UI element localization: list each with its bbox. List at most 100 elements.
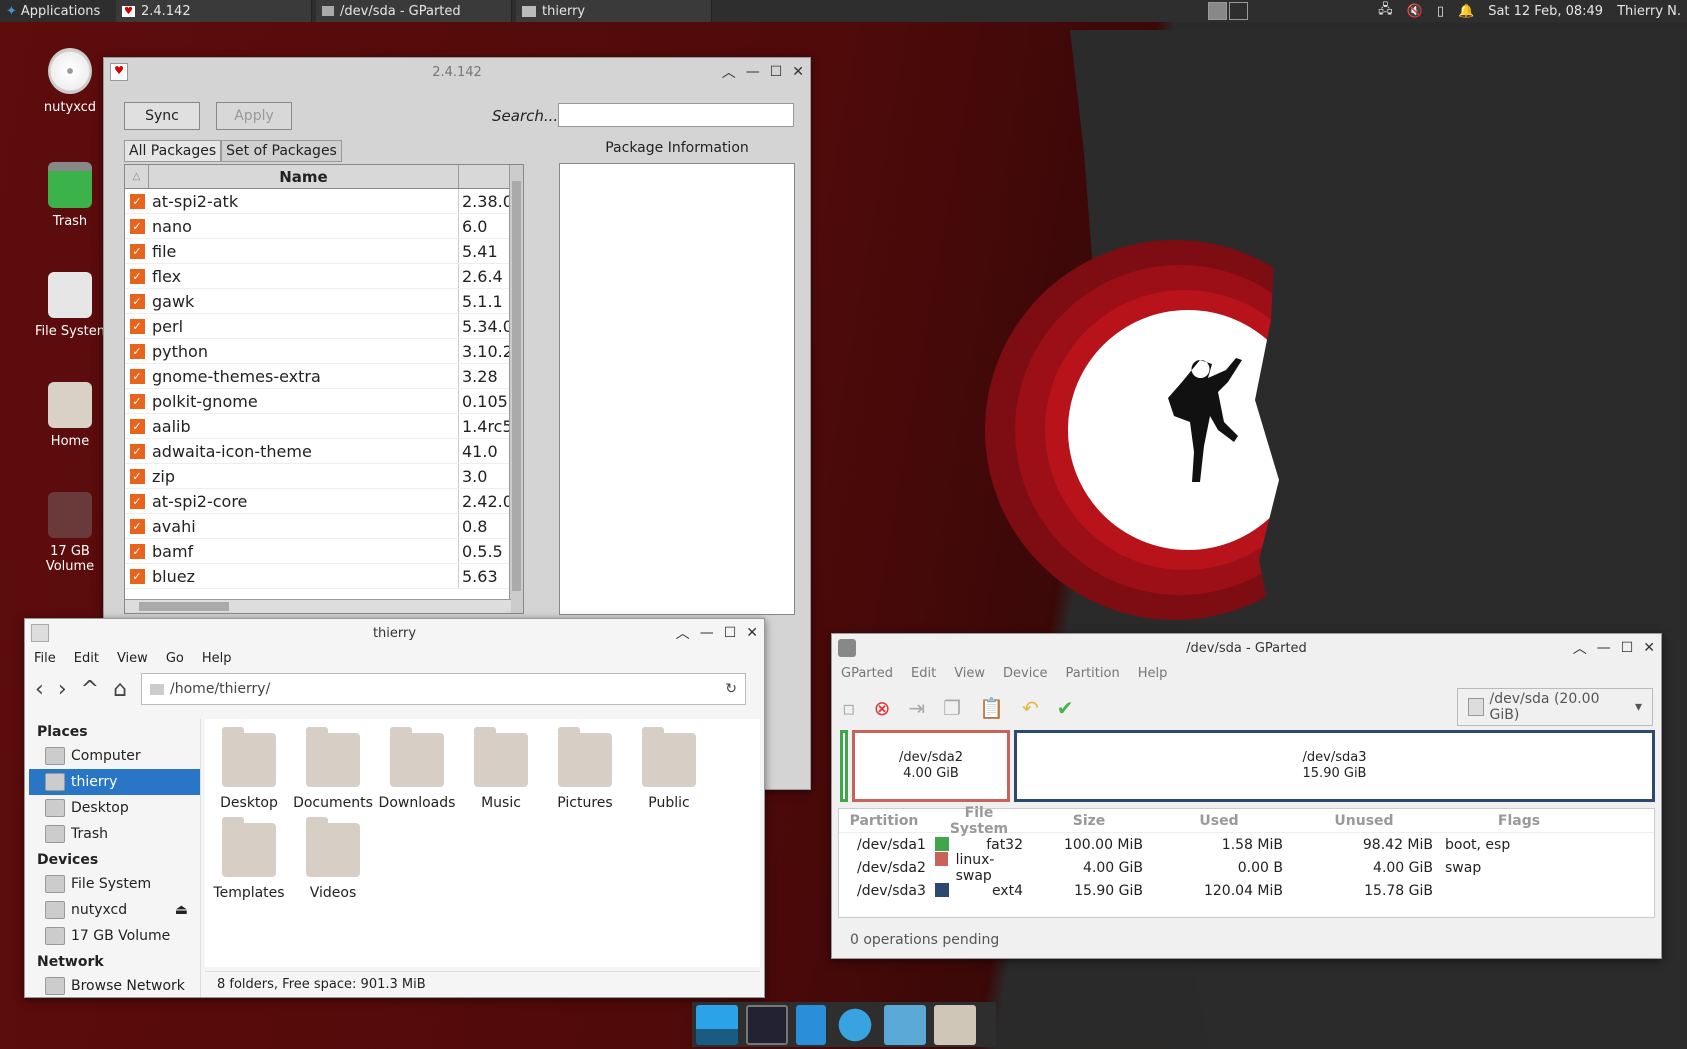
workspace-switcher[interactable]	[1208, 2, 1248, 20]
check-icon[interactable]: ✓	[129, 418, 145, 434]
applications-menu[interactable]: ✦ Applications	[0, 0, 116, 22]
col-name[interactable]: Name	[149, 165, 459, 188]
check-icon[interactable]: ✓	[129, 568, 145, 584]
folder-videos[interactable]: Videos	[289, 817, 377, 901]
apply-icon[interactable]: ✔	[1057, 696, 1074, 720]
checkbox-cell[interactable]: ✓	[125, 189, 149, 213]
menu-view[interactable]: View	[108, 651, 157, 666]
minimize-icon[interactable]: —	[700, 625, 714, 641]
network-icon[interactable]: 🖧	[1378, 0, 1393, 22]
chevron-up-icon[interactable]: ︿	[676, 623, 690, 643]
menu-gparted[interactable]: GParted	[832, 666, 902, 681]
package-row[interactable]: ✓ nano 6.0	[125, 214, 523, 239]
resize-move-icon[interactable]: ⇥	[908, 696, 925, 720]
menu-edit[interactable]: Edit	[65, 651, 108, 666]
package-row[interactable]: ✓ polkit-gnome 0.105	[125, 389, 523, 414]
horizontal-scrollbar[interactable]	[125, 599, 511, 613]
sidebar-item-17-gb-volume[interactable]: 17 GB Volume	[29, 923, 200, 949]
package-row[interactable]: ✓ gawk 5.1.1	[125, 289, 523, 314]
menu-edit[interactable]: Edit	[902, 666, 945, 681]
delete-icon[interactable]: ⊗	[874, 696, 891, 720]
tab-all-packages[interactable]: All Packages	[124, 140, 222, 162]
menu-view[interactable]: View	[945, 666, 994, 681]
checkbox-cell[interactable]: ✓	[125, 364, 149, 388]
check-icon[interactable]: ✓	[129, 293, 145, 309]
folder-music[interactable]: Music	[457, 727, 545, 811]
sidebar-item-trash[interactable]: Trash	[29, 821, 200, 847]
sync-button[interactable]: Sync	[124, 102, 200, 130]
col-unused[interactable]: Unused	[1289, 813, 1439, 829]
web-browser-icon[interactable]	[834, 1004, 876, 1045]
package-row[interactable]: ✓ aalib 1.4rc5	[125, 414, 523, 439]
checkbox-cell[interactable]: ✓	[125, 489, 149, 513]
paste-icon[interactable]: 📋	[979, 696, 1004, 720]
search-input[interactable]	[558, 103, 794, 127]
desktop-icon-filesystem[interactable]: File Systen	[30, 272, 110, 339]
menu-help[interactable]: Help	[1129, 666, 1177, 681]
eject-icon[interactable]: ⏏	[175, 902, 188, 918]
battery-icon[interactable]: ▯	[1437, 4, 1444, 19]
check-icon[interactable]: ✓	[129, 368, 145, 384]
desktop-icon-volume[interactable]: 17 GB Volume	[30, 492, 110, 574]
maximize-icon[interactable]: ☐	[1621, 640, 1634, 656]
clock[interactable]: Sat 12 Feb, 08:49	[1488, 4, 1603, 19]
check-icon[interactable]: ✓	[129, 343, 145, 359]
menu-go[interactable]: Go	[157, 651, 193, 666]
desktop-icon-trash[interactable]: Trash	[30, 162, 110, 229]
copy-icon[interactable]: ❐	[943, 696, 961, 720]
checkbox-cell[interactable]: ✓	[125, 439, 149, 463]
sidebar-item-file-system[interactable]: File System	[29, 871, 200, 897]
close-icon[interactable]: ✕	[792, 64, 804, 80]
folder-documents[interactable]: Documents	[289, 727, 377, 811]
check-icon[interactable]: ✓	[129, 443, 145, 459]
show-desktop-icon[interactable]	[696, 1004, 738, 1045]
up-icon[interactable]: ^	[81, 677, 99, 702]
check-icon[interactable]: ✓	[129, 518, 145, 534]
task-gparted[interactable]: /dev/sda - GParted	[316, 0, 512, 22]
folder-desktop[interactable]: Desktop	[205, 727, 293, 811]
checkbox-cell[interactable]: ✓	[125, 264, 149, 288]
terminal-icon[interactable]	[746, 1004, 788, 1045]
checkbox-cell[interactable]: ✓	[125, 514, 149, 538]
checkbox-cell[interactable]: ✓	[125, 314, 149, 338]
partition-block-sda1[interactable]	[840, 730, 848, 802]
file-cabinet-icon[interactable]	[796, 1004, 826, 1045]
check-icon[interactable]: ✓	[129, 268, 145, 284]
package-row[interactable]: ✓ file 5.41	[125, 239, 523, 264]
checkbox-cell[interactable]: ✓	[125, 214, 149, 238]
search-icon[interactable]	[884, 1004, 926, 1045]
chevron-up-icon[interactable]: ︿	[1573, 638, 1587, 658]
menu-partition[interactable]: Partition	[1057, 666, 1129, 681]
partition-row[interactable]: /dev/sda3 ext4 15.90 GiB 120.04 MiB 15.78 Gi…	[839, 879, 1654, 902]
desktop-icon-nutyxcd[interactable]: nutyxcd	[30, 48, 110, 115]
workspace-2[interactable]	[1229, 2, 1248, 20]
checkbox-cell[interactable]: ✓	[125, 564, 149, 588]
folder-public[interactable]: Public	[625, 727, 713, 811]
package-row[interactable]: ✓ perl 5.34.0	[125, 314, 523, 339]
new-partition-icon[interactable]: ▫	[842, 696, 856, 720]
notification-bell-icon[interactable]: 🔔	[1458, 4, 1474, 19]
package-row[interactable]: ✓ bamf 0.5.5	[125, 539, 523, 564]
check-icon[interactable]: ✓	[129, 493, 145, 509]
col-partition[interactable]: Partition	[839, 813, 929, 829]
col-size[interactable]: Size	[1029, 813, 1149, 829]
chevron-up-icon[interactable]: ︿	[722, 62, 736, 82]
col-file-system[interactable]: File System	[929, 805, 1029, 837]
close-icon[interactable]: ✕	[1643, 640, 1655, 656]
checkbox-cell[interactable]: ✓	[125, 339, 149, 363]
partition-row[interactable]: /dev/sda2 linux-swap 4.00 GiB 0.00 B 4.00 Gi…	[839, 851, 1654, 884]
package-row[interactable]: ✓ at-spi2-atk 2.38.0	[125, 189, 523, 214]
folder-downloads[interactable]: Downloads	[373, 727, 461, 811]
check-icon[interactable]: ✓	[129, 318, 145, 334]
check-icon[interactable]: ✓	[129, 193, 145, 209]
forward-icon[interactable]: ›	[58, 677, 67, 702]
menu-device[interactable]: Device	[994, 666, 1056, 681]
package-row[interactable]: ✓ bluez 5.63	[125, 564, 523, 589]
check-icon[interactable]: ✓	[129, 393, 145, 409]
vertical-scrollbar[interactable]	[509, 165, 523, 613]
checkbox-cell[interactable]: ✓	[125, 464, 149, 488]
package-row[interactable]: ✓ at-spi2-core 2.42.0	[125, 489, 523, 514]
sidebar-item-computer[interactable]: Computer	[29, 743, 200, 769]
col-flags[interactable]: Flags	[1439, 813, 1599, 829]
close-icon[interactable]: ✕	[746, 625, 758, 641]
